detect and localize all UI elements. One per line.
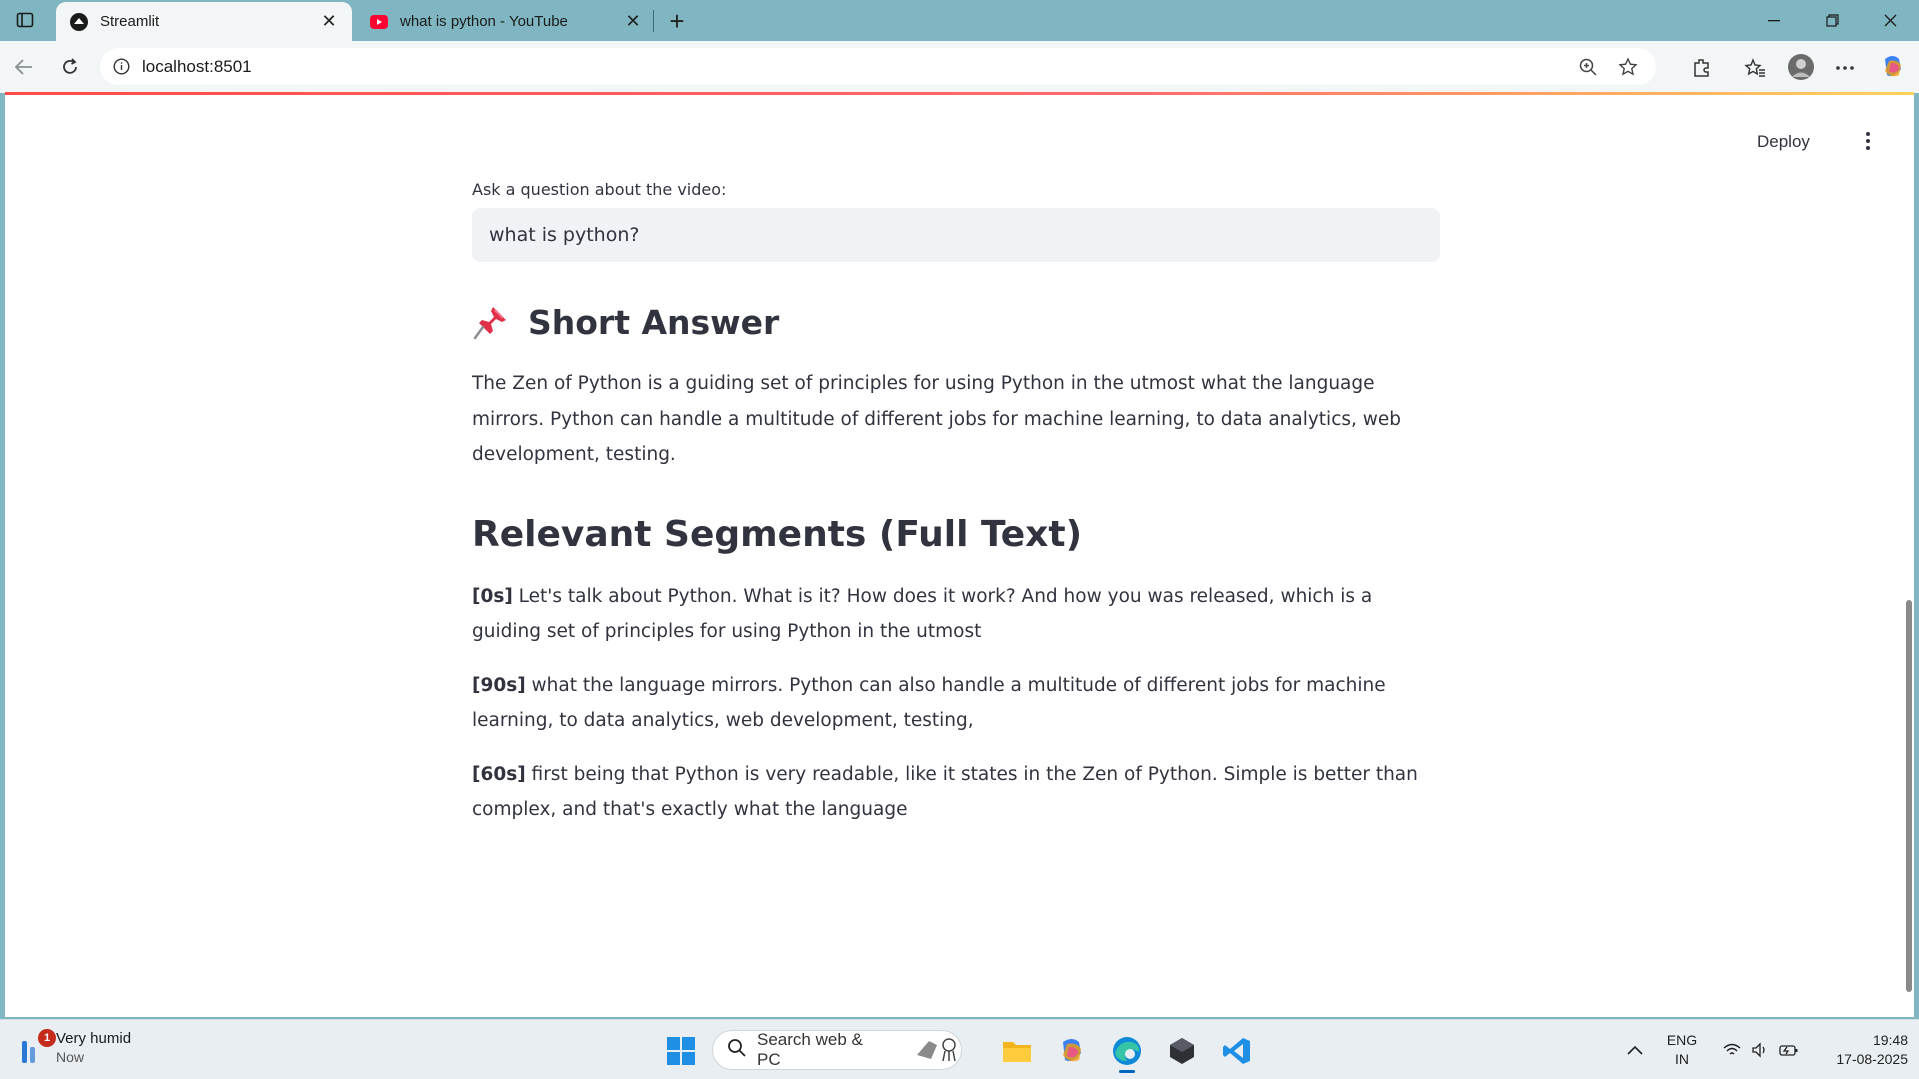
segment-timestamp: [90s] (472, 674, 526, 696)
clock-date: 17-08-2025 (1836, 1051, 1908, 1067)
search-highlight-icon (915, 1033, 961, 1068)
tab-youtube[interactable]: what is python - YouTube ✕ (356, 2, 656, 41)
more-options-icon[interactable] (1832, 55, 1858, 81)
page-scrollbar[interactable] (1906, 600, 1912, 992)
refresh-icon[interactable] (54, 51, 86, 83)
windows-taskbar: 1 Very humid Now Search web & PC ENG IN … (0, 1019, 1919, 1079)
profile-avatar-icon[interactable] (1786, 52, 1816, 82)
question-input-label: Ask a question about the video: (472, 180, 727, 199)
language-region: IN (1675, 1051, 1689, 1067)
question-input-value[interactable]: what is python? (489, 224, 639, 246)
pushpin-icon (473, 307, 506, 340)
back-arrow-icon[interactable] (8, 51, 40, 83)
taskbar-clock[interactable]: 19:48 17-08-2025 (1808, 1020, 1908, 1079)
tab-title: what is python - YouTube (400, 13, 568, 30)
weather-icon: 1 (18, 1028, 56, 1065)
file-explorer-icon[interactable] (998, 1032, 1036, 1070)
tab-title: Streamlit (100, 13, 160, 30)
battery-icon (1779, 1045, 1798, 1056)
address-url[interactable]: localhost:8501 (142, 57, 1576, 77)
weather-subtitle: Now (56, 1049, 85, 1065)
taskbar-search[interactable]: Search web & PC (712, 1030, 962, 1070)
windows-start-icon[interactable] (662, 1032, 700, 1070)
deploy-button[interactable]: Deploy (1757, 132, 1810, 152)
browser-tabstrip: Streamlit ✕ what is python - YouTube ✕ + (0, 0, 1919, 41)
youtube-favicon-icon (370, 13, 388, 31)
favorites-icon[interactable] (1742, 55, 1768, 81)
system-tray-icons[interactable] (1716, 1020, 1806, 1079)
weather-title: Very humid (56, 1030, 132, 1047)
address-bar[interactable]: localhost:8501 (100, 48, 1656, 85)
weather-badge: 1 (38, 1028, 56, 1047)
tab-separator (653, 10, 654, 32)
streamlit-app: Deploy Ask a question about the video: w… (5, 95, 1914, 1017)
segments-heading: Relevant Segments (Full Text) (472, 514, 1083, 555)
segment-item: [90s] what the language mirrors. Python … (472, 668, 1440, 739)
volume-icon (1752, 1042, 1765, 1058)
extensions-icon[interactable] (1689, 55, 1715, 81)
minimize-icon[interactable] (1745, 0, 1803, 41)
input-language-indicator[interactable]: ENG IN (1662, 1020, 1702, 1079)
language-code: ENG (1666, 1032, 1698, 1048)
tab-close-icon[interactable]: ✕ (320, 11, 338, 31)
segment-timestamp: [0s] (472, 585, 513, 607)
edge-browser-icon[interactable] (1108, 1032, 1146, 1073)
site-info-icon[interactable] (112, 58, 130, 76)
question-input[interactable]: what is python? (472, 208, 1440, 262)
tab-streamlit[interactable]: Streamlit ✕ (56, 2, 352, 41)
segment-item: [60s] first being that Python is very re… (472, 757, 1440, 828)
restore-icon[interactable] (1803, 0, 1861, 41)
app-cube-icon[interactable] (1163, 1032, 1201, 1070)
tab-actions-icon[interactable] (10, 8, 40, 32)
segment-item: [0s] Let's talk about Python. What is it… (472, 579, 1440, 650)
main-menu-icon[interactable] (1858, 128, 1878, 154)
active-app-indicator (1119, 1070, 1135, 1073)
segment-text: Let's talk about Python. What is it? How… (472, 585, 1373, 643)
show-hidden-icons-icon[interactable] (1620, 1020, 1650, 1079)
weather-widget[interactable]: 1 Very humid Now (18, 1028, 132, 1065)
close-window-icon[interactable] (1861, 0, 1919, 41)
short-answer-heading: Short Answer (472, 298, 1440, 346)
tab-close-icon[interactable]: ✕ (624, 11, 642, 31)
main-content: Ask a question about the video: what is … (472, 180, 1440, 828)
search-placeholder: Search web & PC (757, 1030, 863, 1069)
zoom-icon[interactable] (1576, 55, 1600, 79)
segment-text: what the language mirrors. Python can al… (472, 674, 1386, 732)
browser-toolbar: localhost:8501 (0, 41, 1919, 93)
vscode-icon[interactable] (1218, 1032, 1256, 1070)
clock-time: 19:48 (1872, 1032, 1908, 1048)
search-icon (727, 1038, 747, 1063)
streamlit-favicon-icon (70, 12, 88, 31)
segment-text: first being that Python is very readable… (472, 763, 1418, 821)
short-answer-text: The Zen of Python is a guiding set of pr… (472, 373, 1402, 465)
segment-timestamp: [60s] (472, 763, 526, 785)
copilot-app-icon[interactable] (1053, 1032, 1091, 1070)
wifi-icon (1723, 1043, 1741, 1055)
copilot-icon[interactable] (1878, 52, 1908, 82)
short-answer-title: Short Answer (528, 302, 780, 342)
favorite-star-icon[interactable] (1616, 55, 1640, 79)
new-tab-icon[interactable]: + (662, 6, 692, 36)
